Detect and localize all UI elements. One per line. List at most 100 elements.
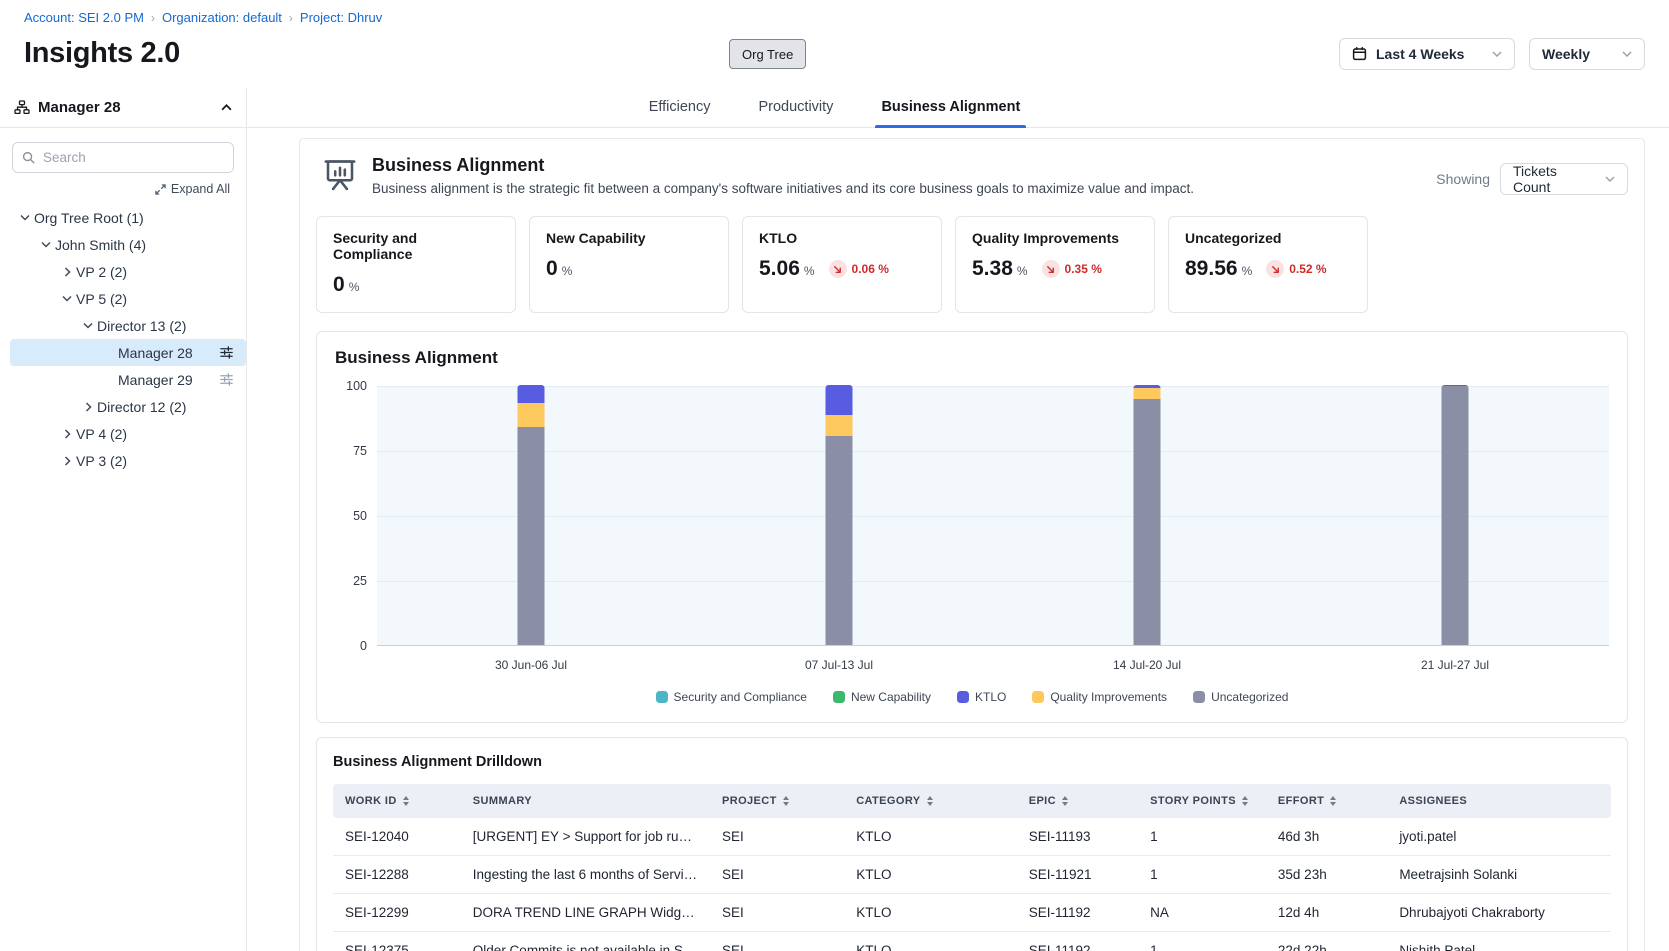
granularity-select[interactable]: Weekly <box>1529 38 1645 70</box>
tree-item-label: VP 4 (2) <box>76 426 127 442</box>
kpi-card-new-capability: New Capability0% <box>529 216 729 313</box>
tab-productivity[interactable]: Productivity <box>752 88 839 127</box>
column-header-epic[interactable]: Epic <box>1017 784 1138 818</box>
x-tick-label: 07 Jul-13 Jul <box>805 658 873 672</box>
bar-07-jul-13-jul[interactable] <box>826 385 853 645</box>
cell-work_id: SEI-12375 <box>333 932 461 951</box>
date-range-select[interactable]: Last 4 Weeks <box>1339 38 1515 70</box>
tree-item-manager-28[interactable]: Manager 28 <box>10 339 246 366</box>
legend-item-ktlo[interactable]: KTLO <box>957 690 1006 704</box>
breadcrumb-account[interactable]: Account: SEI 2.0 PM <box>24 10 144 25</box>
sort-icon[interactable] <box>1330 796 1336 806</box>
bar-segment-quality-improvements <box>1134 388 1161 399</box>
tree-item-vp-2-2[interactable]: VP 2 (2) <box>0 258 246 285</box>
column-header-story_points[interactable]: Story Points <box>1138 784 1266 818</box>
kpi-trend: 0.52 % <box>1266 260 1326 278</box>
breadcrumb-project[interactable]: Project: Dhruv <box>300 10 382 25</box>
bar-30-jun-06-jul[interactable] <box>518 385 545 645</box>
sliders-icon[interactable] <box>219 345 234 360</box>
sidebar-title: Manager 28 <box>38 99 121 116</box>
legend-item-new-capability[interactable]: New Capability <box>833 690 931 704</box>
kpi-unit: % <box>1242 264 1253 278</box>
sort-icon[interactable] <box>783 796 789 806</box>
tree-item-manager-29[interactable]: Manager 29 <box>0 366 246 393</box>
sidebar-search <box>12 142 234 173</box>
column-header-inner: Story Points <box>1150 795 1254 807</box>
header-controls: Last 4 Weeks Weekly <box>1339 38 1645 70</box>
column-header-project[interactable]: Project <box>710 784 844 818</box>
table-row[interactable]: SEI-12299DORA TREND LINE GRAPH Widgets i… <box>333 894 1611 932</box>
legend-label: Security and Compliance <box>674 690 807 704</box>
sliders-icon[interactable] <box>219 372 234 387</box>
tab-bar: Efficiency Productivity Business Alignment <box>247 88 1669 128</box>
column-header-work_id[interactable]: Work ID <box>333 784 461 818</box>
column-header-inner: Summary <box>473 795 698 807</box>
table-row[interactable]: SEI-12375Older Commits is not available … <box>333 932 1611 951</box>
legend-item-quality-improvements[interactable]: Quality Improvements <box>1032 690 1167 704</box>
org-tree-button[interactable]: Org Tree <box>729 39 806 69</box>
sort-icon[interactable] <box>927 796 933 806</box>
column-header-inner: Project <box>722 795 832 807</box>
cell-epic: SEI-11192 <box>1017 932 1138 951</box>
table-row[interactable]: SEI-12040[URGENT] EY > Support for job r… <box>333 818 1611 856</box>
tree-item-john-smith-4[interactable]: John Smith (4) <box>0 231 246 258</box>
tab-business-alignment[interactable]: Business Alignment <box>875 88 1026 127</box>
chevron-right-icon[interactable] <box>58 267 76 277</box>
showing-select[interactable]: Tickets Count <box>1500 163 1628 195</box>
chevron-right-icon[interactable] <box>58 429 76 439</box>
cell-story_points: 1 <box>1138 818 1266 856</box>
bar-segment-uncategorized <box>826 436 853 645</box>
org-tree: Org Tree Root (1)John Smith (4)VP 2 (2)V… <box>0 204 246 474</box>
chevron-right-icon[interactable] <box>79 402 97 412</box>
org-chart-icon <box>14 100 30 116</box>
cell-category: KTLO <box>844 818 1017 856</box>
tree-item-vp-4-2[interactable]: VP 4 (2) <box>0 420 246 447</box>
chevron-right-icon[interactable] <box>58 456 76 466</box>
showing-control: Showing Tickets Count <box>1436 155 1628 195</box>
cell-effort: 12d 4h <box>1266 894 1387 932</box>
trend-down-arrow-icon <box>1042 260 1060 278</box>
y-tick-label: 50 <box>353 509 367 523</box>
tree-item-org-tree-root-1[interactable]: Org Tree Root (1) <box>0 204 246 231</box>
expand-all-button[interactable]: Expand All <box>155 182 230 196</box>
legend-label: New Capability <box>851 690 931 704</box>
y-axis: 0255075100 <box>335 386 377 646</box>
bar-21-jul-27-jul[interactable] <box>1442 385 1469 645</box>
search-input[interactable] <box>12 142 234 173</box>
kpi-card-ktlo: KTLO5.06%0.06 % <box>742 216 942 313</box>
kpi-card-quality-improvements: Quality Improvements5.38%0.35 % <box>955 216 1155 313</box>
search-icon <box>21 150 36 165</box>
sort-icon[interactable] <box>1062 796 1068 806</box>
tab-efficiency[interactable]: Efficiency <box>643 88 717 127</box>
legend-item-uncategorized[interactable]: Uncategorized <box>1193 690 1288 704</box>
chevron-down-icon[interactable] <box>58 295 76 302</box>
column-header-category[interactable]: Category <box>844 784 1017 818</box>
kpi-value: 5.06 <box>759 257 800 281</box>
chevron-down-icon[interactable] <box>79 322 97 329</box>
breadcrumb-organization[interactable]: Organization: default <box>162 10 282 25</box>
bar-14-jul-20-jul[interactable] <box>1134 385 1161 645</box>
column-header-effort[interactable]: Effort <box>1266 784 1387 818</box>
section-header: Business Alignment Business alignment is… <box>316 155 1628 198</box>
kpi-value-row: 5.06%0.06 % <box>759 257 925 281</box>
column-header-assignees: Assignees <box>1387 784 1611 818</box>
column-label: Category <box>856 795 920 807</box>
tree-item-director-13-2[interactable]: Director 13 (2) <box>0 312 246 339</box>
tree-item-vp-3-2[interactable]: VP 3 (2) <box>0 447 246 474</box>
cell-work_id: SEI-12299 <box>333 894 461 932</box>
drilldown-title: Business Alignment Drilldown <box>333 754 1611 770</box>
legend-item-security-and-compliance[interactable]: Security and Compliance <box>656 690 807 704</box>
page-title: Insights 2.0 <box>24 37 180 70</box>
cell-story_points: NA <box>1138 894 1266 932</box>
sidebar-collapse-icon[interactable] <box>221 104 232 111</box>
chevron-down-icon <box>1622 51 1632 57</box>
table-row[interactable]: SEI-12288Ingesting the last 6 months of … <box>333 856 1611 894</box>
chevron-down-icon[interactable] <box>16 214 34 221</box>
sort-icon[interactable] <box>1242 796 1248 806</box>
page-header: Account: SEI 2.0 PM › Organization: defa… <box>0 0 1669 88</box>
tree-item-vp-5-2[interactable]: VP 5 (2) <box>0 285 246 312</box>
bar-segment-uncategorized <box>1442 386 1469 645</box>
sort-icon[interactable] <box>403 796 409 806</box>
chevron-down-icon[interactable] <box>37 241 55 248</box>
tree-item-director-12-2[interactable]: Director 12 (2) <box>0 393 246 420</box>
